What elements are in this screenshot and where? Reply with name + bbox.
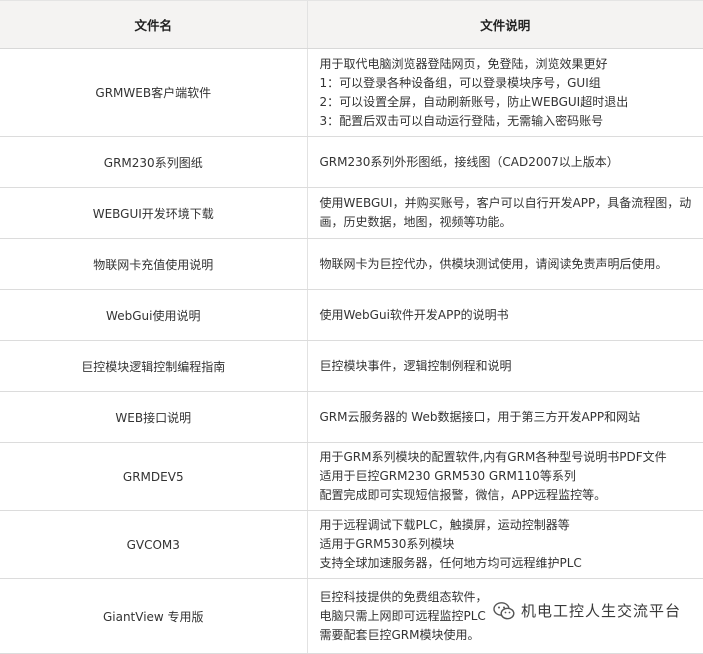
description-line: 配置完成即可实现短信报警，微信，APP远程监控等。 xyxy=(320,486,703,505)
table-row: WEB接口说明 GRM云服务器的 Web数据接口，用于第三方开发APP和网站 xyxy=(0,392,703,443)
file-name-cell: WebGui使用说明 xyxy=(0,290,307,341)
description-line: 巨控模块事件，逻辑控制例程和说明 xyxy=(320,357,703,376)
file-description-cell: 用于取代电脑浏览器登陆网页，免登陆，浏览效果更好1：可以登录各种设备组，可以登录… xyxy=(307,49,703,137)
description-line: 2：可以设置全屏，自动刷新账号，防止WEBGUI超时退出 xyxy=(320,93,703,112)
file-name-cell: WEBGUI开发环境下载 xyxy=(0,188,307,239)
description-line: 用于GRM系列模块的配置软件,内有GRM各种型号说明书PDF文件 xyxy=(320,448,703,467)
header-file-description: 文件说明 xyxy=(307,1,703,49)
description-line: 用于远程调试下载PLC，触摸屏，运动控制器等 xyxy=(320,516,703,535)
description-line: 适用于巨控GRM230 GRM530 GRM110等系列 xyxy=(320,467,703,486)
file-description-cell: 用于远程调试下载PLC，触摸屏，运动控制器等适用于GRM530系列模块支持全球加… xyxy=(307,511,703,579)
table-row: WebGui使用说明使用WebGui软件开发APP的说明书 xyxy=(0,290,703,341)
file-description-cell: 用于GRM系列模块的配置软件,内有GRM各种型号说明书PDF文件适用于巨控GRM… xyxy=(307,443,703,511)
file-name-cell: 物联网卡充值使用说明 xyxy=(0,239,307,290)
description-line: 使用WebGui软件开发APP的说明书 xyxy=(320,306,703,325)
watermark-text: 机电工控人生交流平台 xyxy=(521,600,681,621)
description-line: GRM云服务器的 Web数据接口，用于第三方开发APP和网站 xyxy=(320,408,703,427)
file-name-cell: GVCOM3 xyxy=(0,511,307,579)
table-row: WEBGUI开发环境下载使用WEBGUI，并购买账号，客户可以自行开发APP，具… xyxy=(0,188,703,239)
table-row: 物联网卡充值使用说明物联网卡为巨控代办，供模块测试使用，请阅读免责声明后使用。 xyxy=(0,239,703,290)
table-row: GRMWEB客户端软件用于取代电脑浏览器登陆网页，免登陆，浏览效果更好1：可以登… xyxy=(0,49,703,137)
watermark: 机电工控人生交流平台 xyxy=(493,600,681,621)
table-row: GRM230系列图纸 GRM230系列外形图纸，接线图（CAD2007以上版本） xyxy=(0,137,703,188)
file-name-cell: WEB接口说明 xyxy=(0,392,307,443)
header-row: 文件名 文件说明 xyxy=(0,1,703,49)
file-description-cell: GRM230系列外形图纸，接线图（CAD2007以上版本） xyxy=(307,137,703,188)
table-row: GRMDEV5用于GRM系列模块的配置软件,内有GRM各种型号说明书PDF文件适… xyxy=(0,443,703,511)
description-line: 需要配套巨控GRM模块使用。 xyxy=(320,626,703,645)
table-row: GVCOM3用于远程调试下载PLC，触摸屏，运动控制器等适用于GRM530系列模… xyxy=(0,511,703,579)
file-description-cell: GRM云服务器的 Web数据接口，用于第三方开发APP和网站 xyxy=(307,392,703,443)
header-file-name: 文件名 xyxy=(0,1,307,49)
file-table: 文件名 文件说明 GRMWEB客户端软件用于取代电脑浏览器登陆网页，免登陆，浏览… xyxy=(0,0,703,654)
file-name-cell: 巨控模块逻辑控制编程指南 xyxy=(0,341,307,392)
description-line: 使用WEBGUI，并购买账号，客户可以自行开发APP，具备流程图，动 xyxy=(320,194,703,213)
file-description-cell: 使用WEBGUI，并购买账号，客户可以自行开发APP，具备流程图，动画，历史数据… xyxy=(307,188,703,239)
description-line: 1：可以登录各种设备组，可以登录模块序号，GUI组 xyxy=(320,74,703,93)
file-name-cell: GRMDEV5 xyxy=(0,443,307,511)
table-row: 巨控模块逻辑控制编程指南巨控模块事件，逻辑控制例程和说明 xyxy=(0,341,703,392)
file-name-cell: GRM230系列图纸 xyxy=(0,137,307,188)
description-line: 适用于GRM530系列模块 xyxy=(320,535,703,554)
description-line: 物联网卡为巨控代办，供模块测试使用，请阅读免责声明后使用。 xyxy=(320,255,703,274)
wechat-icon xyxy=(493,601,515,621)
file-description-cell: 使用WebGui软件开发APP的说明书 xyxy=(307,290,703,341)
description-line: 画，历史数据，地图，视频等功能。 xyxy=(320,213,703,232)
description-line: GRM230系列外形图纸，接线图（CAD2007以上版本） xyxy=(320,153,703,172)
file-description-cell: 巨控模块事件，逻辑控制例程和说明 xyxy=(307,341,703,392)
description-line: 支持全球加速服务器，任何地方均可远程维护PLC xyxy=(320,554,703,573)
file-name-cell: GRMWEB客户端软件 xyxy=(0,49,307,137)
description-line: 3：配置后双击可以自动运行登陆，无需输入密码账号 xyxy=(320,112,703,131)
file-description-cell: 物联网卡为巨控代办，供模块测试使用，请阅读免责声明后使用。 xyxy=(307,239,703,290)
description-line: 用于取代电脑浏览器登陆网页，免登陆，浏览效果更好 xyxy=(320,55,703,74)
file-name-cell: GiantView 专用版 xyxy=(0,579,307,654)
